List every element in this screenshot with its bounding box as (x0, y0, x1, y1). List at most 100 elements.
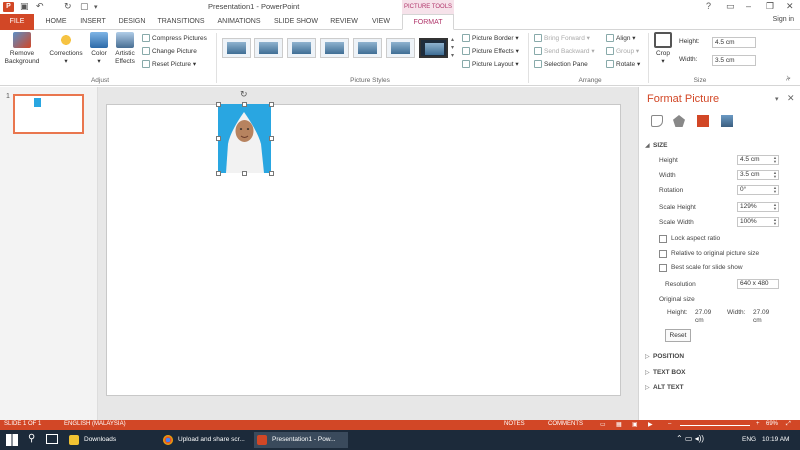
change-picture-button[interactable]: Change Picture (142, 46, 197, 57)
sign-in-link[interactable]: Sign in (773, 16, 794, 23)
picture-style-2[interactable] (254, 38, 283, 58)
picture-effects-button[interactable]: Picture Effects ▾ (462, 46, 519, 57)
group-button[interactable]: Group ▾ (606, 46, 639, 57)
tab-format[interactable]: FORMAT (402, 14, 454, 30)
resolution-select[interactable]: 640 x 480 (737, 279, 779, 289)
rotation-input[interactable]: 0° ▲ ▼ (737, 185, 779, 195)
size-width-input[interactable]: 3.5 cm (712, 55, 756, 66)
taskbar-powerpoint[interactable]: Presentation1 - Pow... (254, 432, 348, 448)
resize-handle-bottom-left[interactable] (216, 171, 221, 176)
picture-style-1[interactable] (222, 38, 251, 58)
pane-options-icon[interactable]: ▾ (775, 95, 779, 103)
rotate-handle-icon[interactable]: ↻ (240, 89, 248, 100)
tray-icons[interactable]: ⌃ ▭ ◂)) (676, 434, 704, 443)
styles-gallery-scroll-icon[interactable]: ▴ ▾ ▾ (451, 36, 454, 60)
size-properties-icon[interactable] (697, 115, 709, 127)
task-view-icon[interactable] (46, 434, 58, 444)
height-input[interactable]: 4.5 cm ▲ ▼ (737, 155, 779, 165)
notes-button[interactable]: NOTES (504, 421, 525, 427)
effects-icon[interactable] (673, 115, 685, 127)
ribbon-display-icon[interactable]: ▭ (726, 1, 735, 12)
tab-view[interactable]: VIEW (366, 14, 396, 30)
comments-button[interactable]: COMMENTS (548, 421, 583, 427)
slide-show-icon[interactable]: ▶ (648, 421, 653, 428)
normal-view-icon[interactable]: ▭ (600, 421, 606, 428)
picture-style-6[interactable] (386, 38, 415, 58)
start-from-beginning-icon[interactable]: ▢ (80, 1, 89, 12)
help-icon[interactable]: ? (706, 1, 711, 11)
align-button[interactable]: Align ▾ (606, 33, 636, 44)
slide-thumbnail[interactable] (13, 94, 84, 134)
crop-button[interactable]: Crop ▾ (652, 32, 674, 66)
tab-home[interactable]: HOME (40, 14, 72, 30)
send-backward-button[interactable]: Send Backward ▾ (534, 46, 595, 57)
tab-design[interactable]: DESIGN (114, 14, 150, 30)
resize-handle-bottom-right[interactable] (269, 171, 274, 176)
position-section-header[interactable]: POSITION (653, 353, 684, 360)
save-icon[interactable]: ▣ (20, 1, 29, 12)
reading-view-icon[interactable]: ▣ (632, 421, 638, 428)
collapse-ribbon-icon[interactable]: ^ (786, 78, 789, 85)
best-scale-checkbox[interactable] (659, 264, 667, 272)
picture-border-button[interactable]: Picture Border ▾ (462, 33, 519, 44)
text-box-section-header[interactable]: TEXT BOX (653, 369, 686, 376)
taskbar-chrome[interactable]: Upload and share scr... (160, 432, 252, 448)
picture-style-3[interactable] (287, 38, 316, 58)
customize-toolbar-icon[interactable]: ▾ (94, 3, 98, 11)
fill-line-icon[interactable] (651, 115, 663, 127)
picture-style-7[interactable] (419, 38, 448, 58)
reset-picture-button[interactable]: Reset Picture ▾ (142, 59, 196, 70)
tab-transitions[interactable]: TRANSITIONS (154, 14, 208, 30)
windows-start-icon[interactable] (6, 434, 18, 446)
tab-slide-show[interactable]: SLIDE SHOW (270, 14, 322, 30)
remove-background-button[interactable]: Remove Background (2, 32, 42, 66)
zoom-level[interactable]: 69% (766, 421, 778, 427)
alt-text-section-header[interactable]: ALT TEXT (653, 384, 684, 391)
zoom-slider[interactable] (680, 425, 750, 426)
picture-icon[interactable] (721, 115, 733, 127)
color-button[interactable]: Color ▾ (88, 32, 110, 66)
resize-handle-bottom[interactable] (242, 171, 247, 176)
artistic-effects-button[interactable]: Artistic Effects (111, 32, 139, 66)
restore-icon[interactable]: ❐ (766, 1, 774, 12)
clock[interactable]: 10:19 AM (762, 436, 789, 443)
scale-width-input[interactable]: 100% ▲ ▼ (737, 217, 779, 227)
close-pane-icon[interactable]: ✕ (787, 93, 795, 104)
tab-insert[interactable]: INSERT (76, 14, 110, 30)
close-icon[interactable]: ✕ (786, 1, 794, 12)
bring-forward-button[interactable]: Bring Forward ▾ (534, 33, 590, 44)
tab-review[interactable]: REVIEW (326, 14, 362, 30)
search-icon[interactable]: ⚲ (28, 433, 35, 444)
input-language[interactable]: ENG (742, 436, 756, 443)
taskbar-downloads[interactable]: Downloads (66, 432, 158, 448)
zoom-out-icon[interactable]: – (668, 421, 671, 427)
slide-canvas[interactable] (106, 104, 621, 396)
undo-icon[interactable]: ↶ (36, 1, 44, 12)
selected-picture[interactable] (218, 104, 271, 173)
reset-button[interactable]: Reset (665, 329, 691, 342)
resize-handle-top-right[interactable] (269, 102, 274, 107)
picture-layout-button[interactable]: Picture Layout ▾ (462, 59, 519, 70)
relative-original-checkbox[interactable] (659, 250, 667, 258)
picture-style-5[interactable] (353, 38, 382, 58)
compress-pictures-button[interactable]: Compress Pictures (142, 33, 207, 44)
scale-height-input[interactable]: 129% ▲ ▼ (737, 202, 779, 212)
minimize-icon[interactable]: – (746, 1, 751, 11)
resize-handle-left[interactable] (216, 136, 221, 141)
tab-animations[interactable]: ANIMATIONS (212, 14, 266, 30)
size-height-input[interactable]: 4.5 cm (712, 37, 756, 48)
resize-handle-right[interactable] (269, 136, 274, 141)
redo-icon[interactable]: ↻ (64, 1, 72, 12)
zoom-in-icon[interactable]: + (756, 421, 760, 427)
tab-file[interactable]: FILE (0, 14, 34, 30)
picture-style-4[interactable] (320, 38, 349, 58)
slide-sorter-icon[interactable]: ▦ (616, 421, 622, 428)
selection-pane-button[interactable]: Selection Pane (534, 59, 588, 70)
rotate-button[interactable]: Rotate ▾ (606, 59, 640, 70)
corrections-button[interactable]: Corrections ▾ (46, 32, 86, 66)
fit-slide-icon[interactable]: ⤢ (786, 421, 791, 428)
lock-aspect-checkbox[interactable] (659, 235, 667, 243)
size-section-header[interactable]: SIZE (653, 142, 667, 149)
language-status[interactable]: ENGLISH (MALAYSIA) (64, 421, 126, 427)
width-input[interactable]: 3.5 cm ▲ ▼ (737, 170, 779, 180)
